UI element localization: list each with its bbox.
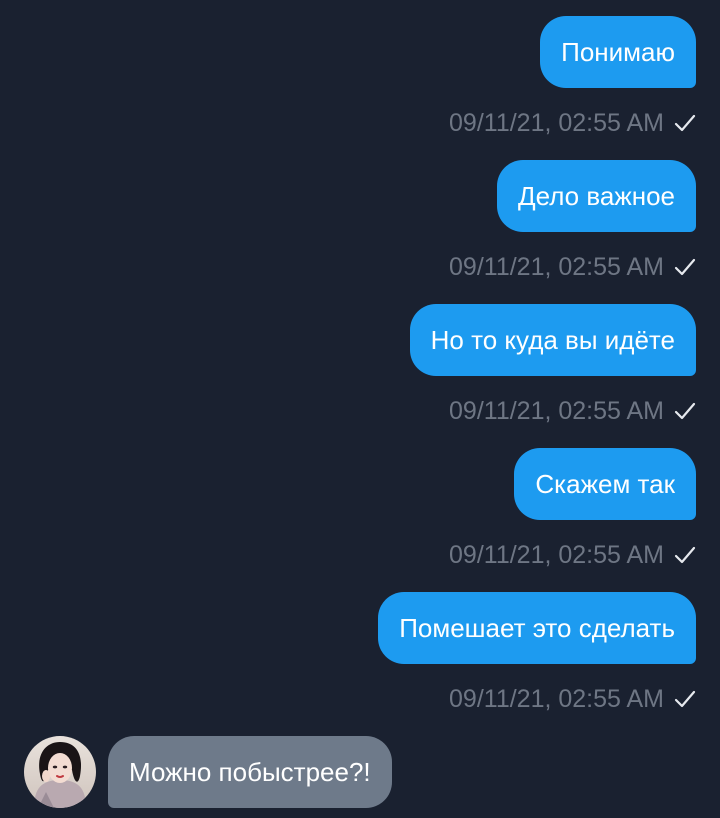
- outgoing-message: Но то куда вы идёте 09/11/21, 02:55 AM: [409, 304, 696, 426]
- message-meta: 09/11/21, 02:55 AM: [449, 396, 696, 426]
- outgoing-message: Помешает это сделать 09/11/21, 02:55 AM: [378, 592, 696, 714]
- incoming-message: Можно побыстрее?!: [24, 736, 392, 808]
- check-icon: [674, 258, 696, 276]
- outgoing-message: Дело важное 09/11/21, 02:55 AM: [449, 160, 696, 282]
- check-icon: [674, 114, 696, 132]
- message-thread: Понимаю 09/11/21, 02:55 AM Дело важное 0…: [0, 0, 720, 818]
- message-timestamp: 09/11/21, 02:55 AM: [449, 253, 664, 281]
- check-icon: [674, 546, 696, 564]
- message-timestamp: 09/11/21, 02:55 AM: [449, 541, 664, 569]
- message-bubble[interactable]: Дело важное: [496, 160, 696, 232]
- check-icon: [674, 402, 696, 420]
- message-bubble[interactable]: Но то куда вы идёте: [409, 304, 696, 376]
- user-avatar-icon: [24, 736, 96, 808]
- outgoing-message: Понимаю 09/11/21, 02:55 AM: [449, 16, 696, 138]
- message-bubble[interactable]: Помешает это сделать: [378, 592, 696, 664]
- message-timestamp: 09/11/21, 02:55 AM: [449, 397, 664, 425]
- check-icon: [674, 690, 696, 708]
- message-timestamp: 09/11/21, 02:55 AM: [449, 685, 664, 713]
- outgoing-message: Скажем так 09/11/21, 02:55 AM: [449, 448, 696, 570]
- avatar[interactable]: [24, 736, 96, 808]
- message-bubble[interactable]: Можно побыстрее?!: [108, 736, 392, 808]
- message-bubble[interactable]: Понимаю: [540, 16, 696, 88]
- message-meta: 09/11/21, 02:55 AM: [449, 684, 696, 714]
- message-timestamp: 09/11/21, 02:55 AM: [449, 109, 664, 137]
- message-bubble[interactable]: Скажем так: [514, 448, 696, 520]
- message-meta: 09/11/21, 02:55 AM: [449, 540, 696, 570]
- message-meta: 09/11/21, 02:55 AM: [449, 108, 696, 138]
- message-meta: 09/11/21, 02:55 AM: [449, 252, 696, 282]
